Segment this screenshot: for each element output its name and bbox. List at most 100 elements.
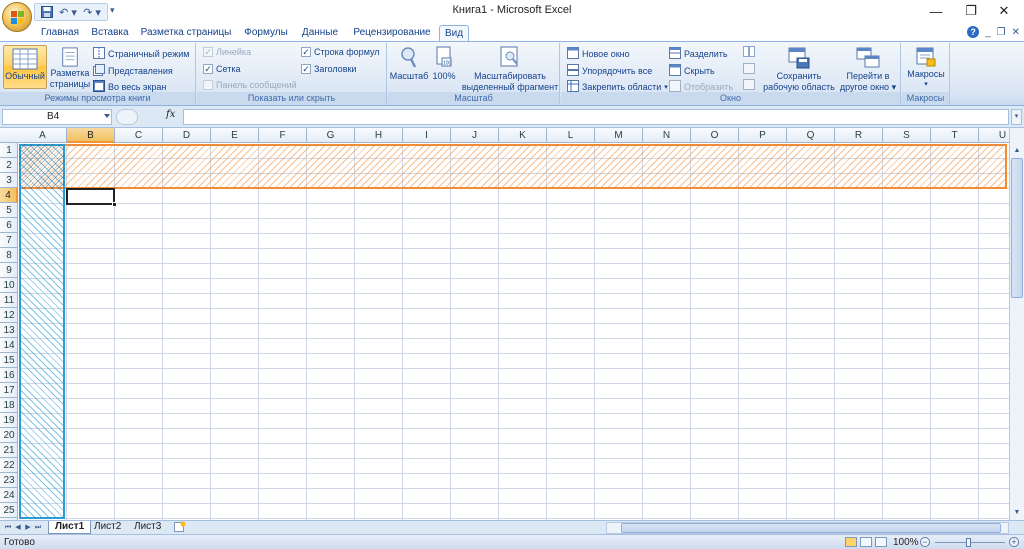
minimize-button[interactable]: — [920,2,952,20]
insert-sheet-icon[interactable] [168,521,188,534]
zoom-level[interactable]: 100% [893,537,919,548]
row-header-3[interactable]: 3 [0,173,18,188]
new-window-button[interactable]: Новое окно [567,47,630,61]
page-break-status-icon[interactable] [875,537,887,547]
column-header-p[interactable]: P [739,128,787,143]
row-header-10[interactable]: 10 [0,278,18,293]
tab-page-layout[interactable]: Разметка страницы [140,25,232,41]
row-header-23[interactable]: 23 [0,473,18,488]
row-header-17[interactable]: 17 [0,383,18,398]
normal-view-button[interactable]: Обычный [3,45,47,89]
synchronous-scrolling-icon[interactable] [743,63,755,74]
formula-input[interactable] [183,109,1009,125]
column-header-t[interactable]: T [931,128,979,143]
column-header-m[interactable]: M [595,128,643,143]
scroll-down-icon[interactable]: ▼ [1010,506,1024,520]
name-box-dropdown-icon[interactable] [104,114,110,118]
next-sheet-icon[interactable]: ▶ [24,522,32,533]
scroll-up-icon[interactable]: ▲ [1010,144,1024,158]
row-header-25[interactable]: 25 [0,503,18,518]
split-button[interactable]: Разделить [669,47,728,61]
active-cell[interactable] [66,188,115,205]
column-header-r[interactable]: R [835,128,883,143]
horizontal-scroll-thumb[interactable] [621,523,1001,533]
row-header-20[interactable]: 20 [0,428,18,443]
ruler-checkbox[interactable]: ✓ Линейка [203,47,251,57]
formula-bar-splitter[interactable] [116,109,138,125]
tab-insert[interactable]: Вставка [88,25,132,41]
tab-home[interactable]: Главная [38,25,82,41]
column-header-s[interactable]: S [883,128,931,143]
row-header-8[interactable]: 8 [0,248,18,263]
workbook-close-button[interactable]: ✕ [1012,27,1020,38]
workbook-restore-button[interactable]: ❐ [997,27,1006,38]
sheet-tab-3[interactable]: Лист3 [128,521,167,534]
column-header-l[interactable]: L [547,128,595,143]
column-header-a[interactable]: A [19,128,67,143]
row-header-9[interactable]: 9 [0,263,18,278]
last-sheet-icon[interactable]: ⏭ [34,522,42,533]
column-header-d[interactable]: D [163,128,211,143]
vertical-scrollbar[interactable]: ▲ ▼ [1009,128,1024,520]
row-header-22[interactable]: 22 [0,458,18,473]
first-sheet-icon[interactable]: ⏮ [4,522,12,533]
tab-formulas[interactable]: Формулы [240,25,292,41]
row-header-16[interactable]: 16 [0,368,18,383]
column-header-f[interactable]: F [259,128,307,143]
gridlines-checkbox[interactable]: ✓ Сетка [203,64,240,74]
row-header-2[interactable]: 2 [0,158,18,173]
custom-views-button[interactable]: Представления [93,64,173,78]
column-header-e[interactable]: E [211,128,259,143]
zoom-button[interactable]: Масштаб [390,46,428,81]
column-header-n[interactable]: N [643,128,691,143]
row-header-1[interactable]: 1 [0,143,18,158]
zoom-in-icon[interactable]: + [1009,537,1019,547]
row-header-19[interactable]: 19 [0,413,18,428]
view-side-by-side-icon[interactable] [743,46,755,57]
insert-function-icon[interactable]: fx [166,109,175,120]
headings-checkbox[interactable]: ✓ Заголовки [301,64,356,74]
row-header-18[interactable]: 18 [0,398,18,413]
name-box[interactable]: B4 [2,109,112,125]
close-button[interactable]: ✕ [988,2,1020,20]
row-header-7[interactable]: 7 [0,233,18,248]
column-header-k[interactable]: K [499,128,547,143]
hide-window-button[interactable]: Скрыть [669,64,715,78]
sheet-tab-2[interactable]: Лист2 [88,521,127,534]
zoom-out-icon[interactable]: − [920,537,930,547]
column-header-q[interactable]: Q [787,128,835,143]
expand-formula-bar-icon[interactable]: ▾ [1011,109,1022,125]
fill-handle[interactable] [112,202,117,207]
message-bar-checkbox[interactable]: Панель сообщений [203,80,297,90]
row-header-13[interactable]: 13 [0,323,18,338]
column-header-c[interactable]: C [115,128,163,143]
arrange-all-button[interactable]: Упорядочить все [567,64,652,78]
row-header-5[interactable]: 5 [0,203,18,218]
row-header-24[interactable]: 24 [0,488,18,503]
row-header-4[interactable]: 4 [0,188,18,203]
help-icon[interactable]: ? [967,26,980,38]
row-header-6[interactable]: 6 [0,218,18,233]
row-header-15[interactable]: 15 [0,353,18,368]
normal-view-status-icon[interactable] [845,537,857,547]
zoom-100-button[interactable]: 100 100% [432,46,456,81]
column-header-b[interactable]: B [67,128,115,143]
workbook-minimize-button[interactable]: _ [985,27,991,38]
tab-review[interactable]: Рецензирование [350,25,434,41]
cell-grid[interactable] [19,144,1009,520]
page-break-preview-button[interactable]: Страничный режим [93,47,189,61]
sheet-tab-1[interactable]: Лист1 [48,521,92,534]
row-header-21[interactable]: 21 [0,443,18,458]
column-header-h[interactable]: H [355,128,403,143]
prev-sheet-icon[interactable]: ◀ [14,522,22,533]
column-header-i[interactable]: I [403,128,451,143]
row-header-14[interactable]: 14 [0,338,18,353]
save-workspace-button[interactable]: Сохранить рабочую область [761,46,837,92]
column-header-j[interactable]: J [451,128,499,143]
zoom-to-selection-button[interactable]: Масштабировать выделенный фрагмент [462,46,558,92]
column-header-g[interactable]: G [307,128,355,143]
page-layout-button[interactable]: Разметка страницы [49,45,91,89]
reset-window-position-icon[interactable] [743,79,755,90]
row-header-12[interactable]: 12 [0,308,18,323]
zoom-slider-knob[interactable] [966,538,971,547]
